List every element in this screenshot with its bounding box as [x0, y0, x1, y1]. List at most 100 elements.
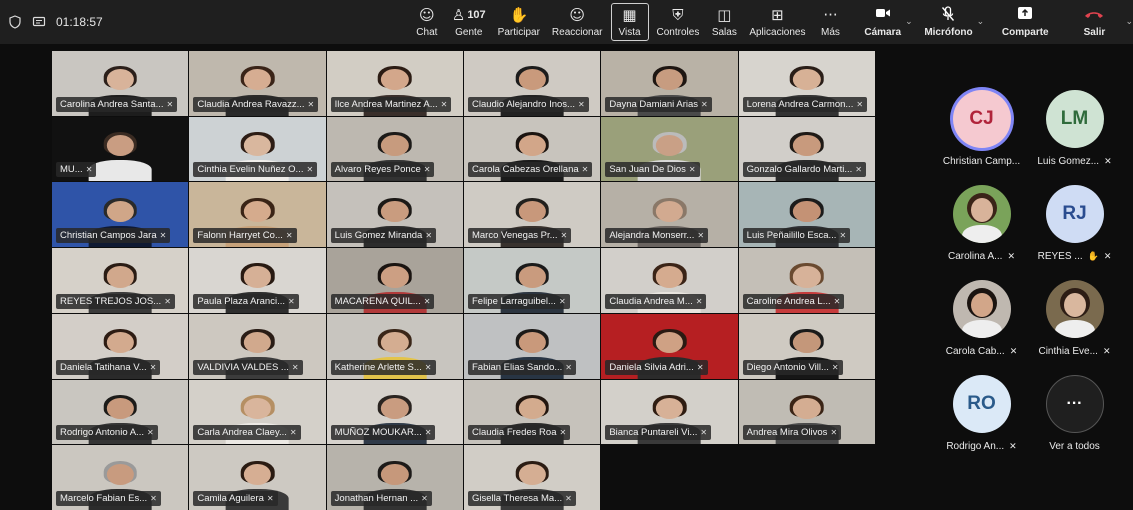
- sidebar-participant[interactable]: Carolina A... ✕: [935, 185, 1028, 262]
- sidebar-participant-name: Ver a todos: [1049, 441, 1100, 452]
- participant-name-tag: Claudio Alejandro Inos... ✕: [467, 96, 589, 112]
- avatar: [952, 280, 1011, 338]
- sidebar-participant[interactable]: CJ Christian Camp...: [935, 90, 1028, 167]
- chat-icon: ☺: [419, 6, 435, 24]
- video-tile[interactable]: Marcelo Fabian Es... ✕: [52, 445, 189, 510]
- chevron-down-icon[interactable]: ⌄: [1125, 17, 1133, 27]
- sidebar-participant[interactable]: RJ REYES ... ✋ ✕: [1028, 185, 1121, 262]
- video-tile[interactable]: San Juan De Dios ✕: [601, 116, 738, 182]
- sidebar-participant[interactable]: Cinthia Eve... ✕: [1028, 280, 1121, 357]
- participant-name-tag: Ilce Andrea Martinez A... ✕: [330, 96, 452, 112]
- video-tile[interactable]: MACARENA QUIL... ✕: [326, 248, 463, 313]
- video-tile[interactable]: Claudia Andrea M... ✕: [601, 248, 738, 313]
- participant-face: [518, 397, 546, 420]
- tool-rooms-button[interactable]: ◫ Salas: [705, 0, 743, 44]
- video-tile[interactable]: Alejandra Monserr... ✕: [601, 182, 738, 248]
- mic-off-icon: ✕: [85, 165, 93, 175]
- sidebar-participant[interactable]: RO Rodrigo An... ✕: [935, 375, 1028, 452]
- participant-face: [655, 332, 684, 354]
- participant-name: Paula Plaza Aranci...: [197, 295, 285, 307]
- video-tile[interactable]: Katherine Arlette S... ✕: [326, 313, 463, 379]
- video-tile[interactable]: Carola Cabezas Orellana ✕: [463, 116, 601, 182]
- participant-face: [106, 134, 134, 157]
- mic-off-icon: ✕: [306, 165, 314, 175]
- tool-chat-button[interactable]: ☺ Chat: [408, 0, 446, 44]
- video-tile[interactable]: Daniela Silvia Adri... ✕: [601, 313, 738, 379]
- participant-name: Gisella Theresa Ma...: [471, 493, 563, 504]
- video-tile[interactable]: Marco Venegas Pr... ✕: [463, 182, 601, 248]
- participant-name-tag: MU... ✕: [56, 162, 97, 178]
- participant-name: Marcelo Fabian Es...: [60, 493, 148, 504]
- video-tile[interactable]: Carla Andrea Claey... ✕: [189, 379, 326, 445]
- participant-name-tag: San Juan De Dios ✕: [605, 162, 700, 178]
- video-tile[interactable]: Daniela Tatihana V... ✕: [52, 313, 189, 379]
- video-tile[interactable]: Luis Gomez Miranda ✕: [326, 182, 463, 248]
- participant-name: Caroline Andrea L...: [746, 295, 831, 307]
- participant-name: Fabian Elias Sando...: [471, 361, 563, 373]
- sidebar-participant-grid: CJ Christian Camp... LM Luis Gomez... ✕ Carol…: [935, 90, 1120, 452]
- video-tile[interactable]: Camila Aguilera ✕: [189, 445, 326, 510]
- video-tile[interactable]: Fabian Elias Sando... ✕: [463, 313, 601, 379]
- participant-name: Claudio Alejandro Inos...: [471, 98, 575, 110]
- tool-apps-button[interactable]: ⊞ Aplicaciones: [743, 0, 811, 44]
- share-button[interactable]: Comparte: [996, 6, 1054, 38]
- video-tile[interactable]: Caroline Andrea L... ✕: [738, 248, 875, 313]
- tool-view-button[interactable]: ▦ Vista: [610, 3, 649, 41]
- microphone-button[interactable]: Micrófono ⌄: [918, 6, 990, 38]
- video-tile[interactable]: Rodrigo Antonio A... ✕: [52, 379, 189, 445]
- sidebar-participant[interactable]: LM Luis Gomez... ✕: [1028, 90, 1121, 167]
- video-tile[interactable]: Paula Plaza Aranci... ✕: [189, 248, 326, 313]
- mic-off-icon: ✕: [440, 99, 448, 109]
- video-tile[interactable]: Dayna Damiani Arias ✕: [601, 51, 738, 116]
- video-tile[interactable]: Jonathan Hernan ... ✕: [326, 445, 463, 510]
- video-tile[interactable]: Gisella Theresa Ma... ✕: [463, 445, 601, 510]
- video-tile[interactable]: Alvaro Reyes Ponce ✕: [326, 116, 463, 182]
- tool-people-button[interactable]: ♙ 107 Gente: [446, 0, 492, 44]
- tool-controls-button[interactable]: ⛨ Controles: [651, 0, 706, 44]
- participant-name-tag: MUÑOZ MOUKAR... ✕: [330, 425, 436, 441]
- reaction-icon: ☺: [569, 6, 586, 24]
- video-tile[interactable]: MUÑOZ MOUKAR... ✕: [326, 379, 463, 445]
- video-tile[interactable]: Cinthia Evelin Nuñez O... ✕: [189, 116, 326, 182]
- tool-raise-button[interactable]: ✋ Participar: [492, 0, 546, 44]
- video-tile[interactable]: Bianca Puntareli Vi... ✕: [601, 379, 738, 445]
- tool-more-button[interactable]: ··· Más: [811, 0, 849, 44]
- video-tile[interactable]: REYES TREJOS JOS... ✕: [52, 248, 189, 313]
- video-tile[interactable]: Luis Peñailillo Esca... ✕: [738, 182, 875, 248]
- video-tile[interactable]: Ilce Andrea Martinez A... ✕: [326, 51, 463, 116]
- tool-label: Vista: [618, 27, 641, 38]
- video-tile[interactable]: Carolina Andrea Santa... ✕: [52, 51, 189, 116]
- participant-name: MACARENA QUIL...: [334, 295, 421, 307]
- video-tile[interactable]: VALDIVIA VALDES ... ✕: [189, 313, 326, 379]
- hang-up-icon: [1084, 6, 1104, 24]
- view-all-button[interactable]: ··· Ver a todos: [1028, 375, 1121, 452]
- chevron-down-icon[interactable]: ⌄: [905, 17, 913, 27]
- video-tile[interactable]: Claudia Fredes Roa ✕: [463, 379, 601, 445]
- participant-name: Jonathan Hernan ...: [334, 493, 419, 504]
- video-tile[interactable]: Andrea Mira Olivos ✕: [738, 379, 875, 445]
- sidebar-participant[interactable]: Carola Cab... ✕: [935, 280, 1028, 357]
- participant-name: Claudia Fredes Roa: [471, 427, 557, 439]
- mic-off-icon: ✕: [855, 165, 862, 175]
- video-tile[interactable]: Lorena Andrea Carmon... ✕: [738, 51, 875, 116]
- participant-name-tag: Felipe Larraguibel... ✕: [467, 293, 570, 309]
- leave-button[interactable]: Salir: [1075, 6, 1113, 38]
- participant-face: [106, 463, 134, 485]
- tool-react-button[interactable]: ☺ Reaccionar: [546, 0, 609, 44]
- sidebar-participant-name: Luis Gomez...: [1037, 156, 1100, 167]
- participant-name-tag: Luis Gomez Miranda ✕: [330, 228, 437, 244]
- video-tile[interactable]: MU... ✕: [52, 116, 189, 182]
- chevron-down-icon[interactable]: ⌄: [977, 17, 985, 27]
- video-tile[interactable]: Falonn Harryet Co... ✕: [189, 182, 326, 248]
- participant-face: [106, 266, 134, 288]
- video-tile[interactable]: Gonzalo Gallardo Marti... ✕: [738, 116, 875, 182]
- video-tile[interactable]: Christian Campos Jara ✕: [52, 182, 189, 248]
- camera-button[interactable]: Cámara ⌄: [858, 6, 918, 38]
- participant-name-tag: Christian Campos Jara ✕: [56, 228, 171, 244]
- video-tile[interactable]: Diego Antonio Vill... ✕: [738, 313, 875, 379]
- video-tile[interactable]: Felipe Larraguibel... ✕: [463, 248, 601, 313]
- video-tile[interactable]: Claudia Andrea Ravazz... ✕: [189, 51, 326, 116]
- captions-icon[interactable]: [32, 15, 46, 29]
- mic-off-icon: ✕: [688, 165, 696, 175]
- video-tile[interactable]: Claudio Alejandro Inos... ✕: [463, 51, 601, 116]
